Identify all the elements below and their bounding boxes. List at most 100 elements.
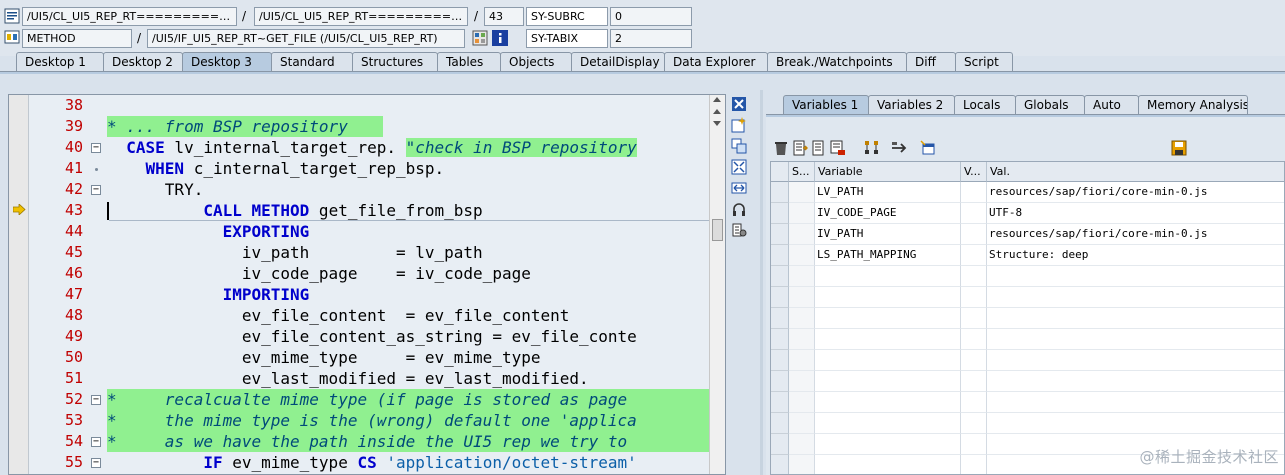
tab-desktop-2[interactable]: Desktop 2	[103, 52, 183, 72]
event-type-field[interactable]: METHOD	[22, 29, 132, 48]
scroll-page-down-icon[interactable]	[713, 121, 721, 126]
fold-toggle[interactable]: −	[91, 395, 101, 405]
code-area[interactable]: * ... from BSP repository CASE lv_intern…	[107, 95, 712, 474]
row-selector[interactable]	[771, 224, 789, 245]
code-line: WHEN c_internal_target_rep_bsp.	[145, 159, 445, 178]
table-cell-value[interactable]: resources/sap/fiori/core-min-0.js	[987, 224, 1284, 245]
sysvar-name-field-1[interactable]: SY-SUBRC	[526, 7, 608, 26]
table-cell-variable[interactable]: IV_CODE_PAGE	[815, 203, 961, 224]
table-cell-variable[interactable]: LV_PATH	[815, 182, 961, 203]
table-cell-empty	[789, 287, 815, 308]
table-cell-variable[interactable]: IV_PATH	[815, 224, 961, 245]
table-cell-variable[interactable]: LS_PATH_MAPPING	[815, 245, 961, 266]
line-number: 45	[64, 243, 83, 261]
save-icon[interactable]	[1171, 140, 1187, 156]
panel-splitter[interactable]	[760, 90, 763, 475]
fold-toggle[interactable]: −	[91, 143, 101, 153]
fold-toggle[interactable]: −	[91, 458, 101, 468]
tab-detaildisplay[interactable]: DetailDisplay	[571, 52, 665, 72]
table-cell-empty	[815, 434, 961, 455]
table-cell-empty	[961, 371, 987, 392]
tab-standard[interactable]: Standard	[271, 52, 353, 72]
sysvar-value-field-1[interactable]: 0	[610, 7, 692, 26]
row-selector[interactable]	[771, 182, 789, 203]
breakpoint-gutter[interactable]	[9, 95, 29, 474]
tab-desktop-3[interactable]: Desktop 3	[182, 52, 272, 72]
event-field[interactable]: /UI5/IF_UI5_REP_RT~GET_FILE (/UI5/CL_UI5…	[147, 29, 465, 48]
line-field[interactable]: 43	[484, 7, 524, 26]
table-cell-value[interactable]: UTF-8	[987, 203, 1284, 224]
tab-data-explorer[interactable]: Data Explorer	[664, 52, 768, 72]
row-selector[interactable]	[771, 434, 789, 455]
tab-variables-1[interactable]: Variables 1	[783, 95, 869, 115]
close-icon[interactable]	[731, 96, 747, 112]
new-tool-icon[interactable]	[731, 117, 747, 133]
tab-tables[interactable]: Tables	[437, 52, 501, 72]
row-selector[interactable]	[771, 329, 789, 350]
table-cell-status	[789, 245, 815, 266]
row-selector[interactable]	[771, 455, 789, 474]
column-header-value-type[interactable]: V...	[961, 162, 987, 182]
row-selector[interactable]	[771, 203, 789, 224]
tab-desktop-1[interactable]: Desktop 1	[16, 52, 104, 72]
delete-icon[interactable]	[773, 140, 789, 156]
include-field[interactable]: /UI5/CL_UI5_REP_RT===========...	[254, 7, 468, 26]
table-cell-empty	[987, 371, 1284, 392]
editor-vertical-scrollbar[interactable]	[709, 95, 725, 474]
scroll-page-up-icon[interactable]	[713, 109, 721, 114]
tab-diff[interactable]: Diff	[906, 52, 956, 72]
method-icon	[4, 30, 20, 44]
row-selector[interactable]	[771, 287, 789, 308]
tab-locals[interactable]: Locals	[954, 95, 1016, 115]
fold-toggle[interactable]: −	[91, 437, 101, 447]
row-selector[interactable]	[771, 413, 789, 434]
sysvar-value-field-2[interactable]: 2	[610, 29, 692, 48]
table-cell-value[interactable]: Structure: deep	[987, 245, 1284, 266]
fold-dot	[95, 168, 98, 171]
code-line: CALL METHOD get_file_from_bsp	[203, 201, 483, 220]
sysvar-name-field-2[interactable]: SY-TABIX	[526, 29, 608, 48]
tab-variables-2[interactable]: Variables 2	[868, 95, 955, 115]
navigate-icon[interactable]	[891, 140, 907, 156]
delete-row-icon[interactable]	[830, 140, 846, 156]
settings-icon[interactable]	[731, 222, 747, 238]
column-header-status[interactable]: S...	[789, 162, 815, 182]
info-icon[interactable]	[492, 30, 508, 46]
row-selector-header[interactable]	[771, 162, 789, 182]
tab-auto[interactable]: Auto	[1084, 95, 1139, 115]
code-line: ev_last_modified = ev_last_modified.	[107, 369, 589, 388]
new-window-icon[interactable]	[920, 140, 936, 156]
swap-tool-icon[interactable]	[731, 138, 747, 154]
maximize-icon[interactable]	[731, 159, 747, 175]
row-selector[interactable]	[771, 392, 789, 413]
row-selector[interactable]	[771, 308, 789, 329]
row-selector[interactable]	[771, 245, 789, 266]
row-selector[interactable]	[771, 350, 789, 371]
export-icon[interactable]	[811, 140, 827, 156]
tab-structures[interactable]: Structures	[352, 52, 438, 72]
structure-icon[interactable]	[864, 140, 880, 156]
table-cell-value[interactable]: resources/sap/fiori/core-min-0.js	[987, 182, 1284, 203]
resize-horizontal-icon[interactable]	[731, 180, 747, 196]
services-icon[interactable]	[731, 201, 747, 217]
row-selector[interactable]	[771, 371, 789, 392]
table-cell-empty	[815, 392, 961, 413]
tab-objects[interactable]: Objects	[500, 52, 572, 72]
column-header-variable[interactable]: Variable	[815, 162, 961, 182]
column-header-value[interactable]: Val.	[987, 162, 1284, 182]
import-icon[interactable]	[792, 140, 808, 156]
program-field[interactable]: /UI5/CL_UI5_REP_RT===========...	[22, 7, 237, 26]
tab-break-watchpoints[interactable]: Break./Watchpoints	[767, 52, 907, 72]
scroll-up-icon[interactable]	[713, 97, 721, 102]
tab-globals[interactable]: Globals	[1015, 95, 1085, 115]
tab-memory-analysis[interactable]: Memory Analysis	[1138, 95, 1248, 115]
tab-script[interactable]: Script	[955, 52, 1013, 72]
variables-table[interactable]: S... Variable V... Val. LV_PATH resource…	[770, 161, 1285, 475]
fold-toggle[interactable]: −	[91, 185, 101, 195]
table-cell-value-type	[961, 245, 987, 266]
row-selector[interactable]	[771, 266, 789, 287]
line-number: 46	[64, 264, 83, 282]
source-code-editor[interactable]: 38 39 40 41 42 43 44 45 46 47 48 49 50 5…	[8, 94, 726, 475]
scroll-thumb[interactable]	[712, 219, 723, 241]
display-details-icon[interactable]	[472, 30, 488, 46]
